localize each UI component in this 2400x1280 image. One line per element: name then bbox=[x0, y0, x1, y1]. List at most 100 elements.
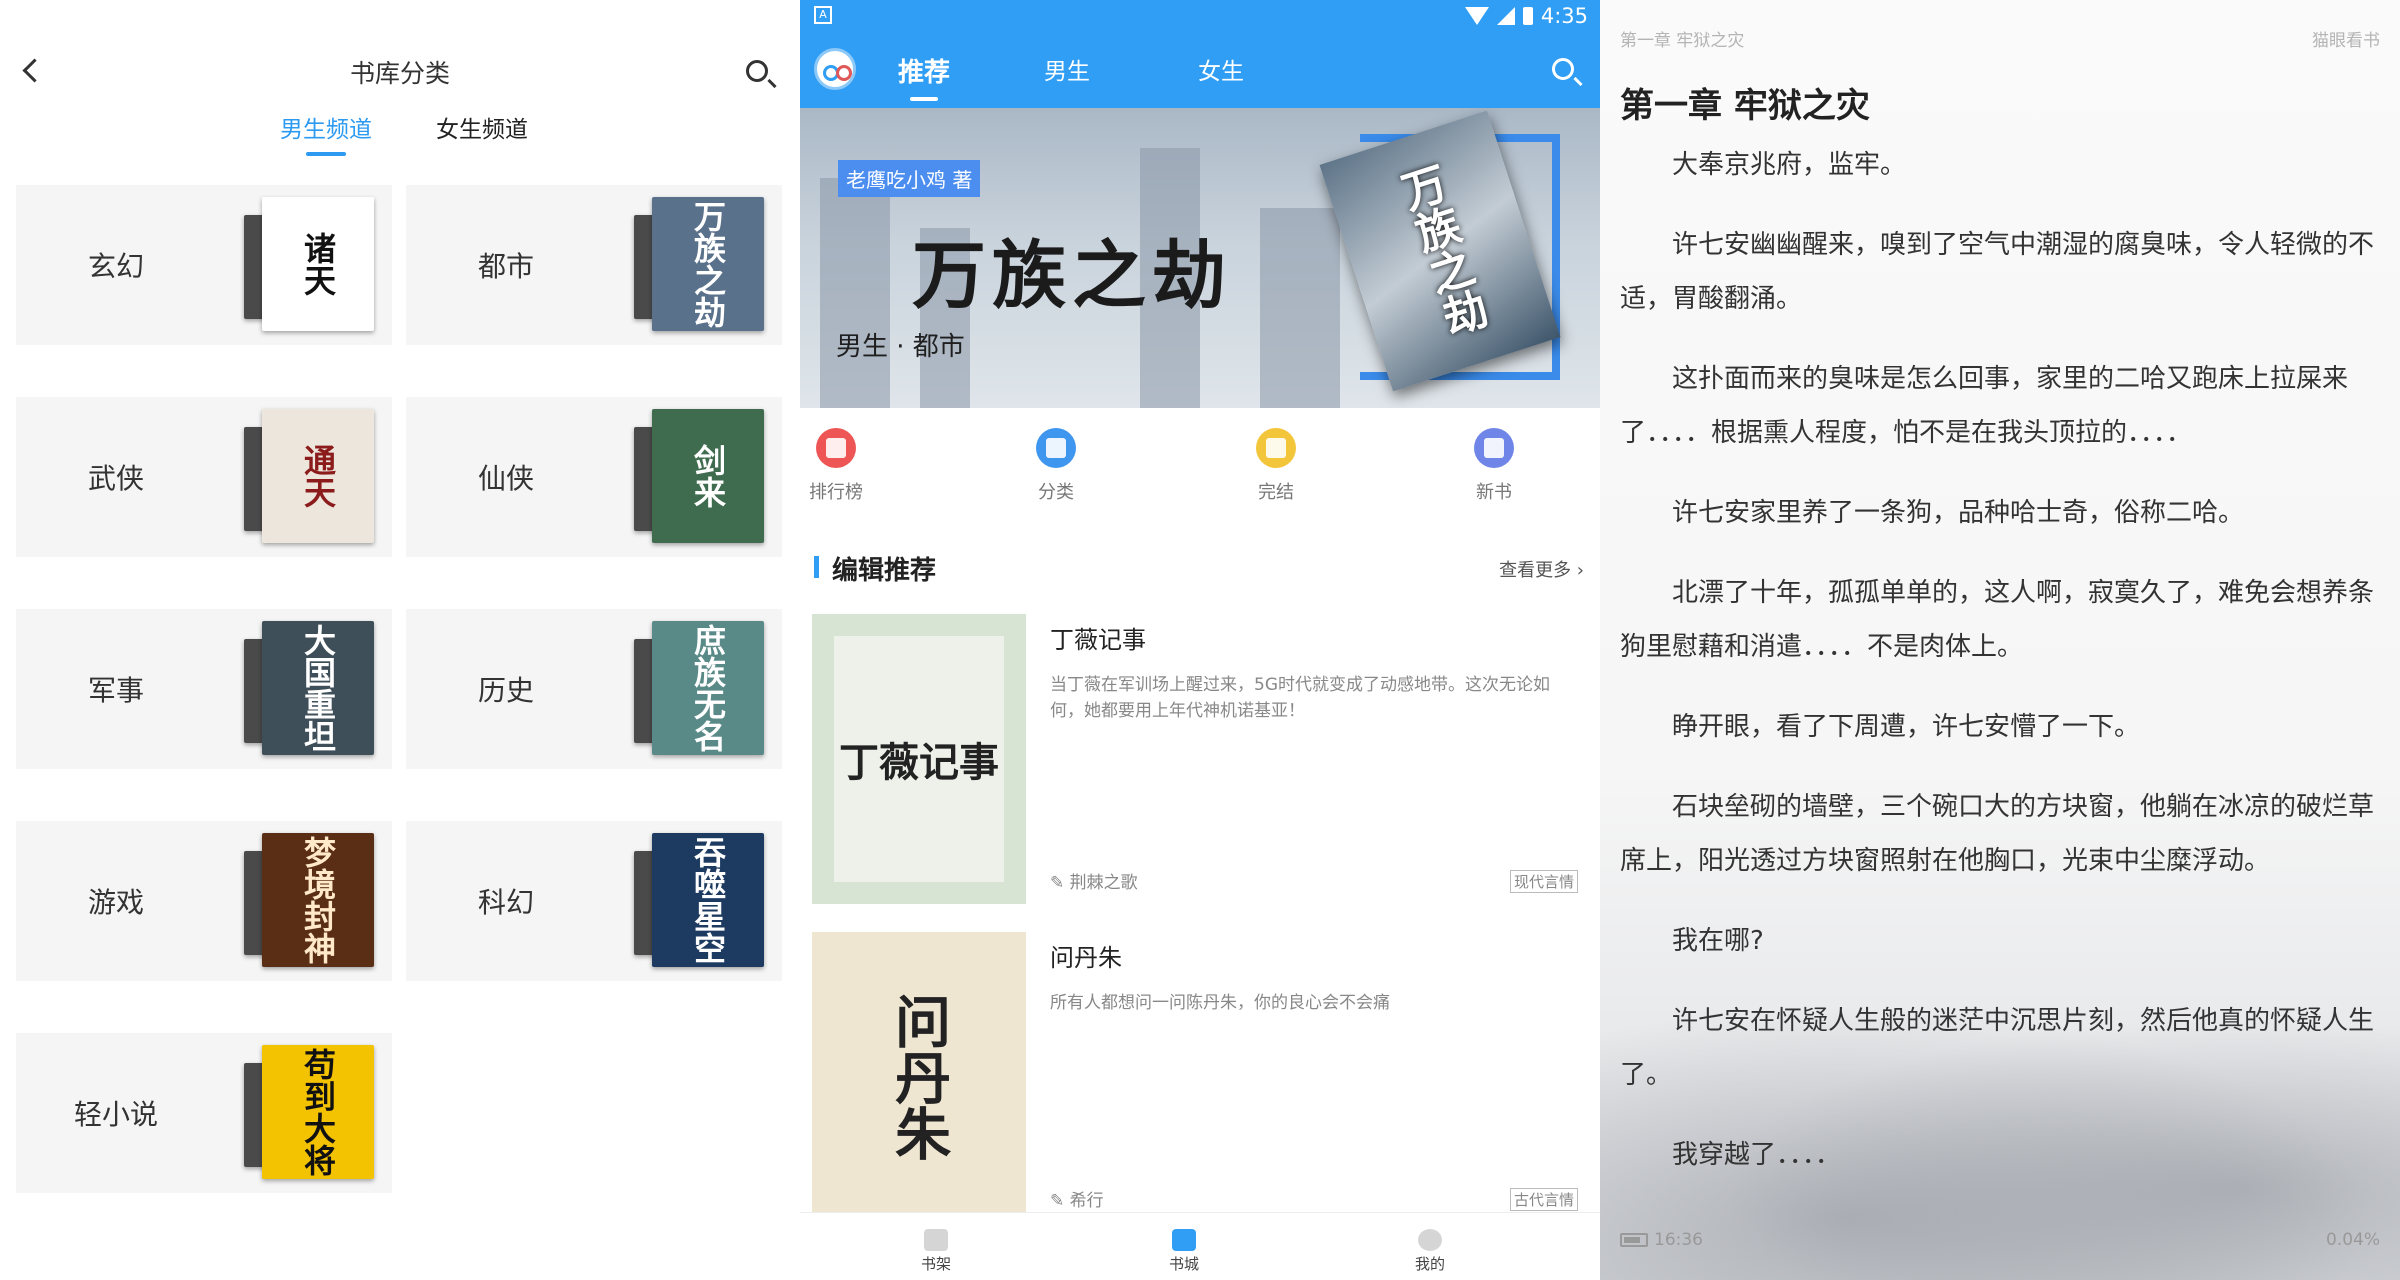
category-covers: 剑来 bbox=[634, 409, 774, 545]
banner-title: 万族之劫 bbox=[912, 233, 1232, 319]
status-icons: 4:35 bbox=[1464, 4, 1588, 28]
book-cover: 苟到大将 bbox=[262, 1045, 374, 1179]
chapter-paragraph: 我在哪? bbox=[1672, 926, 1764, 956]
book-cover: 诸天 bbox=[262, 197, 374, 331]
tab-female-channel[interactable]: 女生频道 bbox=[436, 110, 528, 144]
category-label: 都市 bbox=[477, 250, 534, 283]
section-accent-bar bbox=[814, 556, 819, 578]
nav-recommend[interactable]: 推荐 bbox=[898, 52, 950, 101]
profile-icon bbox=[1418, 1229, 1442, 1251]
category-covers: 通天 bbox=[244, 409, 384, 545]
quick-nav-item[interactable]: 排行榜 bbox=[776, 428, 896, 504]
banner-tags: 男生 · 都市 bbox=[836, 332, 965, 362]
book-cover-title: 剑来 bbox=[689, 444, 727, 508]
category-card[interactable]: 轻小说 苟到大将 bbox=[16, 1033, 392, 1193]
tab-label: 书城 bbox=[1168, 1255, 1199, 1273]
category-card[interactable]: 武侠 通天 bbox=[16, 397, 392, 557]
quick-nav-label: 完结 bbox=[1258, 482, 1294, 503]
book-cover-title: 丁薇记事 bbox=[839, 739, 999, 786]
chapter-paragraph: 石块垒砌的墙壁，三个碗口大的方块窗，他躺在冰凉的破烂草席上，阳光透过方块窗照射在… bbox=[1620, 792, 2375, 876]
category-label: 玄幻 bbox=[87, 250, 144, 283]
banner-book-cover-title: 万族之劫 bbox=[1389, 159, 1492, 343]
tab-book-city[interactable]: 书城 bbox=[1134, 1229, 1234, 1274]
category-card[interactable]: 历史 庶族无名 bbox=[406, 609, 782, 769]
view-more-link[interactable]: 查看更多 › bbox=[1499, 556, 1584, 582]
book-cover-title: 吞噬星空 bbox=[689, 836, 727, 964]
category-card[interactable]: 仙侠 剑来 bbox=[406, 397, 782, 557]
battery-icon bbox=[1522, 7, 1533, 25]
reader-header-chapter: 第一章 牢狱之灾 bbox=[1620, 31, 1745, 51]
book-cover-title: 苟到大将 bbox=[299, 1048, 337, 1176]
category-covers: 大国重坦 bbox=[244, 621, 384, 757]
category-covers: 诸天 bbox=[244, 197, 384, 333]
featured-banner[interactable]: 老鹰吃小鸡 著 万族之劫 男生 · 都市 万族之劫 bbox=[800, 108, 1600, 408]
category-covers: 苟到大将 bbox=[244, 1045, 384, 1181]
book-cover: 庶族无名 bbox=[652, 621, 764, 755]
grid-icon bbox=[1036, 428, 1076, 468]
book-cover-title: 梦境封神 bbox=[299, 836, 337, 964]
book-cover: 万族之劫 bbox=[652, 197, 764, 331]
quick-nav-label: 新书 bbox=[1476, 482, 1512, 503]
banner-skyline bbox=[820, 178, 890, 408]
tab-mine[interactable]: 我的 bbox=[1380, 1229, 1480, 1274]
book-description: 所有人都想问一问陈丹朱，你的良心会不会痛 bbox=[1050, 993, 1390, 1013]
reader-time: 16:36 bbox=[1654, 1230, 1703, 1250]
book-cover: 梦境封神 bbox=[262, 833, 374, 967]
tab-bookshelf[interactable]: 书架 bbox=[886, 1229, 986, 1274]
book-cover: 问丹朱 bbox=[812, 932, 1026, 1222]
nav-female[interactable]: 女生 bbox=[1198, 52, 1244, 86]
book-description: 当丁薇在军训场上醒过来，5G时代就变成了动感地带。这次无论如何，她都要用上年代神… bbox=[1050, 675, 1550, 721]
reader-app-name: 猫眼看书 bbox=[2312, 31, 2380, 51]
top-app-bar: A 4:35 推荐 男生 女生 bbox=[800, 0, 1600, 108]
category-card[interactable]: 军事 大国重坦 bbox=[16, 609, 392, 769]
tab-male-channel[interactable]: 男生频道 bbox=[280, 110, 372, 156]
book-cover: 通天 bbox=[262, 409, 374, 543]
status-time: 4:35 bbox=[1540, 4, 1588, 28]
channel-tabs: 男生频道 女生频道 bbox=[0, 100, 800, 160]
category-card[interactable]: 都市 万族之劫 bbox=[406, 185, 782, 345]
reading-progress: 0.04% bbox=[2325, 1230, 2380, 1250]
app-logo-icon[interactable] bbox=[814, 48, 856, 90]
category-label: 轻小说 bbox=[73, 1098, 158, 1131]
category-label: 历史 bbox=[477, 674, 534, 707]
book-cover-title: 大国重坦 bbox=[299, 624, 337, 752]
quick-nav-item[interactable]: 分类 bbox=[996, 428, 1116, 504]
book-cover-title: 问丹朱 bbox=[885, 993, 952, 1161]
tab-label: 我的 bbox=[1414, 1255, 1445, 1273]
chapter-paragraph: 许七安家里养了一条狗，品种哈士奇，俗称二哈。 bbox=[1672, 498, 2245, 528]
editor-picks-header: 编辑推荐 查看更多 › bbox=[800, 548, 1600, 588]
search-icon[interactable] bbox=[742, 56, 776, 90]
banner-author-tag: 老鹰吃小鸡 著 bbox=[838, 160, 981, 197]
book-title: 丁薇记事 bbox=[1050, 626, 1146, 654]
category-label: 武侠 bbox=[87, 462, 144, 495]
category-label: 仙侠 bbox=[477, 462, 534, 495]
quick-nav-item[interactable]: 完结 bbox=[1216, 428, 1336, 504]
category-card[interactable]: 游戏 梦境封神 bbox=[16, 821, 392, 981]
category-label: 军事 bbox=[87, 674, 144, 707]
book-title: 问丹朱 bbox=[1050, 944, 1122, 972]
notification-icon: A bbox=[814, 6, 832, 24]
category-header: 书库分类 bbox=[0, 40, 800, 100]
book-cover-title: 万族之劫 bbox=[689, 200, 727, 328]
quick-nav-item[interactable]: 新书 bbox=[1434, 428, 1554, 504]
quick-nav-label: 排行榜 bbox=[809, 482, 863, 503]
nav-male[interactable]: 男生 bbox=[1044, 52, 1090, 86]
battery-icon bbox=[1620, 1233, 1648, 1247]
book-cover-title: 诸天 bbox=[299, 232, 337, 296]
category-card[interactable]: 科幻 吞噬星空 bbox=[406, 821, 782, 981]
section-title: 编辑推荐 bbox=[832, 556, 937, 586]
book-list-item[interactable]: 问丹朱 问丹朱 所有人都想问一问陈丹朱，你的良心会不会痛 ✎ 希行 古代言情 bbox=[812, 932, 1588, 1222]
signal-icon bbox=[1496, 7, 1515, 25]
chapter-title: 第一章 牢狱之灾 bbox=[1620, 86, 1870, 126]
category-card[interactable]: 玄幻 诸天 bbox=[16, 185, 392, 345]
category-screen: 书库分类 男生频道 女生频道 玄幻 诸天 都市 万族之劫武侠 通天 仙侠 剑来军事 大国重坦 历… bbox=[0, 0, 800, 1280]
reader-screen[interactable]: 第一章 牢狱之灾 猫眼看书 第一章 牢狱之灾 大奉京兆府，监牢。 许七安幽幽醒来，… bbox=[1600, 0, 2400, 1280]
quick-nav: 排行榜 分类 完结 新书 bbox=[800, 420, 1600, 520]
book-icon bbox=[1474, 428, 1514, 468]
search-icon[interactable] bbox=[1548, 54, 1582, 88]
category-label: 科幻 bbox=[477, 886, 534, 919]
book-list-item[interactable]: 丁薇记事 丁薇记事 当丁薇在军训场上醒过来，5G时代就变成了动感地带。这次无论如何，… bbox=[812, 614, 1588, 904]
chapter-paragraph: 这扑面而来的臭味是怎么回事，家里的二哈又跑床上拉屎来了．．．．根据熏人程度，怕不… bbox=[1620, 364, 2349, 448]
screens-container: 书库分类 男生频道 女生频道 玄幻 诸天 都市 万族之劫武侠 通天 仙侠 剑来军事 大国重坦 历… bbox=[0, 0, 2400, 1280]
reader-footer-status: 16:36 bbox=[1620, 1230, 1703, 1250]
